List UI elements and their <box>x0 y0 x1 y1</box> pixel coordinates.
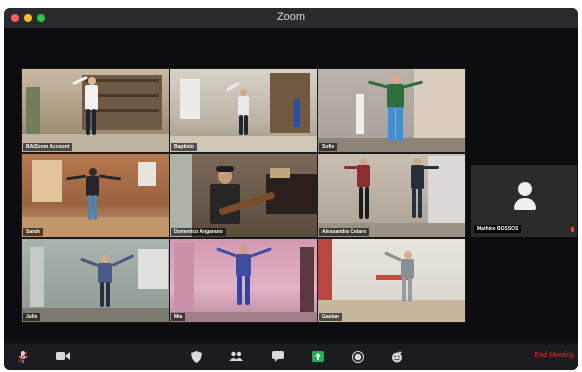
meeting-toolbar: End Meeting <box>4 344 578 370</box>
participant-name: Mathiee BOSSOS <box>474 225 522 233</box>
avatar-icon <box>518 182 532 196</box>
video-tile[interactable]: Baptiste <box>169 68 318 153</box>
reactions-icon[interactable] <box>390 351 404 363</box>
video-tile[interactable]: Mia <box>169 238 318 323</box>
participant-name: Gaetan <box>319 313 342 321</box>
video-tile[interactable]: Julie <box>21 238 170 323</box>
microphone-muted-icon[interactable] <box>16 351 30 363</box>
participant-name: Julie <box>23 313 41 321</box>
video-tile[interactable]: Sofie <box>317 68 466 153</box>
participant-name: Sofie <box>319 143 338 151</box>
participants-icon[interactable] <box>229 351 243 363</box>
video-tile[interactable]: Sarah <box>21 153 170 238</box>
participant-name: Domenico Angarano <box>171 228 226 236</box>
muted-microphone-icon <box>571 227 574 232</box>
participant-name: Baptiste <box>171 143 197 151</box>
participant-name: BAIZoom Account <box>23 143 73 151</box>
participant-name: Mia <box>171 313 186 321</box>
video-tile[interactable]: Gaetan <box>317 238 466 323</box>
participant-name: Sarah <box>23 228 43 236</box>
video-tile[interactable]: Domenico Angarano <box>169 153 318 238</box>
avatar-body <box>514 198 536 210</box>
participant-name: Alessandra Cetaro <box>319 228 370 236</box>
chat-icon[interactable] <box>271 351 285 363</box>
video-tile-camera-off[interactable]: Mathiee BOSSOS <box>471 165 577 237</box>
video-gallery: BAIZoom Account Baptiste Sofie Sarah Dom… <box>4 28 578 340</box>
share-screen-icon[interactable] <box>311 351 325 363</box>
video-icon[interactable] <box>56 351 70 363</box>
record-icon[interactable] <box>351 351 365 363</box>
video-tile[interactable]: BAIZoom Account <box>21 68 170 153</box>
end-meeting-button[interactable]: End Meeting <box>535 352 574 359</box>
window-title: Zoom <box>276 11 306 23</box>
title-bar: Zoom <box>4 8 578 28</box>
video-tile[interactable]: Alessandra Cetaro <box>317 153 466 238</box>
zoom-window: Zoom BAIZoom Account Baptiste Sofie Sara… <box>4 8 578 370</box>
security-icon[interactable] <box>189 351 203 363</box>
